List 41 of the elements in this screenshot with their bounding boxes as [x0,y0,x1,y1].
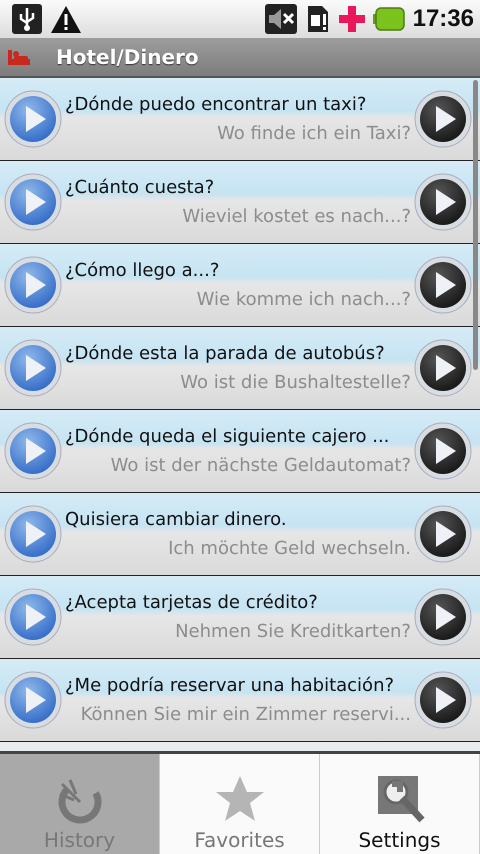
phrase-row[interactable]: ¿Cómo llego a...? Wie komme ich nach...? [0,244,480,327]
phrase-row[interactable]: ¿Cuánto cuesta? Wieviel kostet es nach...? [0,161,480,244]
bed-icon [8,48,30,66]
screen-title: Hotel/Dinero [56,45,199,69]
translation-text: Können Sie mir ein Zimmer reservi... [80,704,411,725]
play-button[interactable] [414,90,472,148]
phrase-row[interactable]: Quisiera cambiar dinero. Ich möchte Geld wechseln. [0,493,480,576]
play-button[interactable] [414,256,472,314]
phrase-text: ¿Dónde puedo encontrar un taxi? [65,94,368,115]
phrase-text: ¿Cómo llego a...? [65,260,220,281]
phrase-text: ¿Me podría reservar una habitación? [65,675,396,696]
medical-cross-icon [338,6,365,32]
mute-icon [264,4,297,34]
phrase-row[interactable]: ¿Dónde queda el siguiente cajero ... Wo ist der nächste Geldautomat? [0,410,480,493]
play-button[interactable] [414,505,472,563]
phrase-text: Quisiera cambiar dinero. [65,509,288,530]
menu-item[interactable]: Settings [320,754,480,854]
translation-text: Wieviel kostet es nach...? [182,206,411,227]
phrase-row[interactable]: ¿Dónde esta la parada de autobús? Wo ist die Bushaltestelle? [0,327,480,410]
phrase-row[interactable]: ¿Acepta tarjetas de crédito? Nehmen Sie Kreditkarten? [0,576,480,659]
phrase-row[interactable]: ¿Dónde puedo encontrar un taxi? Wo finde ich ein Taxi? [0,78,480,161]
translation-text: Nehmen Sie Kreditkarten? [175,621,411,642]
phrase-row[interactable]: ¿Me podría reservar una habitación? Können Sie mir ein Zimmer reservi... [0,659,480,742]
translation-text: Wie komme ich nach...? [196,289,411,310]
translation-text: Ich möchte Geld wechseln. [168,538,411,559]
play-button[interactable] [414,339,472,397]
warning-icon [50,4,82,34]
usb-icon [12,4,42,34]
phrase-text: ¿Dónde queda el siguiente cajero ... [65,426,390,447]
play-button[interactable] [414,173,472,231]
phrase-text: ¿Dónde esta la parada de autobús? [65,343,386,364]
play-button[interactable] [414,671,472,729]
translation-text: Wo ist der nächste Geldautomat? [110,455,411,476]
status-time: 17:36 [412,5,474,33]
phrase-text: ¿Cuánto cuesta? [65,177,216,198]
translation-text: Wo finde ich ein Taxi? [217,123,411,144]
play-button[interactable] [414,422,472,480]
phrase-text: ¿Acepta tarjetas de crédito? [65,592,319,613]
battery-icon [372,7,405,31]
translation-text: Wo ist die Bushaltestelle? [180,372,411,393]
play-button[interactable] [414,588,472,646]
